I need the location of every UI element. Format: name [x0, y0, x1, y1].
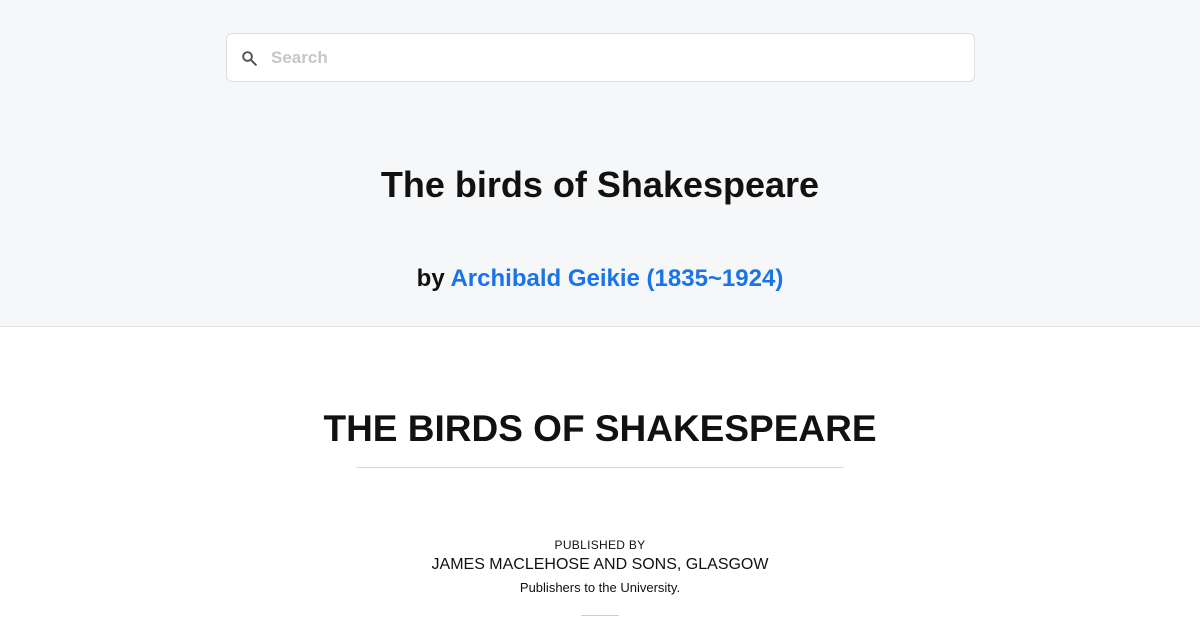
byline: by Archibald Geikie (1835~1924): [0, 265, 1200, 293]
search-bar[interactable]: [226, 33, 975, 82]
author-link[interactable]: Archibald Geikie (1835~1924): [450, 265, 783, 292]
short-divider: [581, 615, 619, 616]
divider: [356, 467, 844, 468]
by-label: by: [416, 265, 445, 292]
publisher-note: Publishers to the University.: [519, 580, 681, 595]
content-heading: THE BIRDS OF SHAKESPEARE: [323, 408, 877, 449]
book-title: The birds of Shakespeare: [380, 164, 820, 205]
publisher-name: JAMES MACLEHOSE AND SONS, GLASGOW: [431, 556, 769, 573]
header-section: The birds of Shakespeare by Archibald Ge…: [0, 0, 1200, 327]
published-by-label: PUBLISHED BY: [554, 538, 646, 552]
search-icon[interactable]: [240, 49, 259, 68]
search-input[interactable]: [271, 34, 961, 81]
